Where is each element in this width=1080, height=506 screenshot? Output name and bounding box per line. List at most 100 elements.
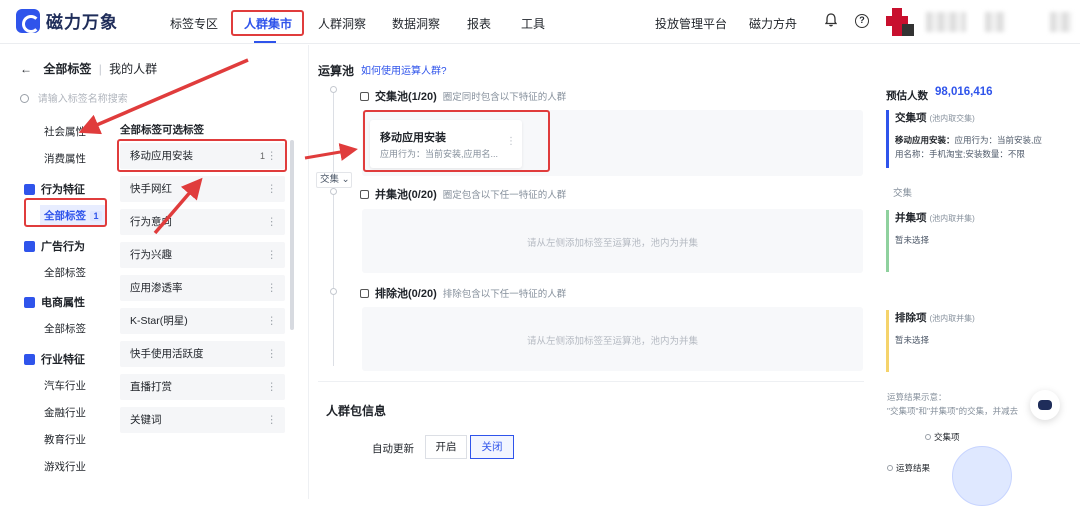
operator-select[interactable]: 交集 ⌄: [316, 172, 352, 188]
tag-search-input[interactable]: 请输入标签名称搜索: [20, 90, 290, 112]
legend-dot: [925, 434, 931, 440]
exclude-summary: 排除项 (池内取并集) 暂未选择: [886, 310, 1080, 372]
breadcrumb: ← 全部标签 | 我的人群: [20, 62, 158, 76]
pool-icon: [360, 91, 369, 101]
auto-update-on[interactable]: 开启: [425, 435, 467, 459]
search-icon: [20, 94, 29, 103]
pool-icon: [360, 189, 369, 199]
sidebar-item-social[interactable]: 社会属性: [44, 124, 86, 139]
all-tags-link[interactable]: 全部标签: [43, 62, 91, 76]
drag-handle-icon[interactable]: ⋮: [267, 374, 278, 400]
username-blurred: [1050, 12, 1072, 32]
sidebar-item-auto[interactable]: 汽车行业: [44, 378, 86, 393]
tag-item[interactable]: 应用渗透率 ⋮: [120, 275, 285, 301]
tag-item[interactable]: 直播打赏 ⋮: [120, 374, 285, 400]
auto-update-off[interactable]: 关闭: [470, 435, 514, 459]
nav-ark[interactable]: 磁力方舟: [749, 15, 797, 32]
package-info-title: 人群包信息: [326, 404, 387, 418]
tag-item[interactable]: 行为意向 ⋮: [120, 209, 285, 235]
tag-item[interactable]: 关键词 ⋮: [120, 407, 285, 433]
category-ad-behavior[interactable]: 广告行为: [24, 238, 85, 254]
exclude-pool[interactable]: 请从左侧添加标签至运算池，池内为并集: [362, 307, 863, 371]
sidebar-item-consumer[interactable]: 消费属性: [44, 151, 86, 166]
calc-help-link[interactable]: 如何使用运算人群?: [361, 62, 447, 77]
drag-handle-icon[interactable]: ⋮: [267, 341, 278, 367]
result-legend-note: 运算结果示意： "交集项"和"并集项"的交集，并减去: [887, 392, 1019, 416]
tag-item[interactable]: K-Star(明星) ⋮: [120, 308, 285, 334]
highlight-box: [117, 139, 287, 172]
divider: [308, 45, 309, 499]
brand-logo[interactable]: 磁力万象: [16, 8, 118, 33]
exclude-pool-header: 排除池(0/20) 排除包含以下任一特征的人群: [360, 285, 566, 301]
divider: [318, 381, 864, 382]
arrow-to-pool: [304, 143, 358, 161]
pool-empty-hint: 请从左侧添加标签至运算池，池内为并集: [526, 238, 698, 249]
pool-empty-hint: 请从左侧添加标签至运算池，池内为并集: [526, 336, 698, 347]
venn-circle: [952, 446, 1012, 506]
username-blurred: [985, 12, 1005, 32]
nav-data-insight[interactable]: 数据洞察: [392, 15, 440, 32]
pool-node: [330, 288, 337, 295]
brand-name: 磁力万象: [46, 13, 118, 32]
my-audience-link[interactable]: 我的人群: [109, 62, 157, 76]
back-arrow-icon[interactable]: ←: [20, 62, 32, 76]
category-industry[interactable]: 行业特征: [24, 351, 85, 367]
drag-handle-icon[interactable]: ⋮: [267, 209, 278, 235]
help-icon[interactable]: ?: [855, 14, 869, 28]
active-tab-indicator: [254, 41, 276, 43]
nav-tools[interactable]: 工具: [521, 15, 545, 32]
available-tags-title: 全部标签可选标签: [120, 124, 204, 136]
ad-icon: [24, 240, 35, 252]
top-nav-bar: 磁力万象 标签专区 人群集市 人群洞察 数据洞察 报表 工具 投放管理平台 磁力…: [0, 0, 1080, 44]
union-pool-header: 并集池(0/20) 圈定包含以下任一特征的人群: [360, 186, 566, 202]
sidebar-item-ad-all[interactable]: 全部标签: [44, 265, 86, 280]
drag-handle-icon[interactable]: ⋮: [267, 407, 278, 433]
pool-connector-line: [333, 86, 334, 366]
highlight-box: [231, 10, 304, 36]
highlight-box: [363, 110, 550, 172]
username-blurred: [926, 12, 966, 32]
pool-node: [330, 188, 337, 195]
logo-icon: [16, 8, 40, 33]
union-pool[interactable]: 请从左侧添加标签至运算池，池内为并集: [362, 209, 863, 273]
cart-icon: [24, 296, 35, 308]
tag-item[interactable]: 行为兴趣 ⋮: [120, 242, 285, 268]
highlight-box: [24, 198, 107, 227]
sidebar-item-gaming[interactable]: 游戏行业: [44, 459, 86, 474]
auto-update-label: 自动更新: [372, 443, 414, 455]
search-placeholder: 请输入标签名称搜索: [37, 94, 128, 105]
sidebar-item-education[interactable]: 教育行业: [44, 432, 86, 447]
estimate-value: 98,016,416: [935, 86, 993, 98]
sidebar-item-finance[interactable]: 金融行业: [44, 405, 86, 420]
tag-list-scrollbar[interactable]: [290, 140, 294, 330]
intersection-summary: 交集项 (池内取交集) 移动应用安装：应用行为：当前安装,应 用名称：手机淘宝;安装…: [886, 110, 1080, 168]
tag-item[interactable]: 快手使用活跃度 ⋮: [120, 341, 285, 367]
operator-label: 交集: [893, 188, 913, 199]
nav-audience-insight[interactable]: 人群洞察: [318, 15, 366, 32]
nav-tag-zone[interactable]: 标签专区: [170, 15, 218, 32]
avatar[interactable]: [886, 8, 914, 36]
bell-icon[interactable]: [825, 13, 837, 27]
nav-reports[interactable]: 报表: [467, 15, 491, 32]
sidebar-item-ecom-all[interactable]: 全部标签: [44, 321, 86, 336]
tag-item[interactable]: 快手网红 ⋮: [120, 176, 285, 202]
venn-label-intersection: 交集项: [934, 432, 960, 442]
drag-handle-icon[interactable]: ⋮: [267, 242, 278, 268]
category-ecommerce[interactable]: 电商属性: [24, 294, 85, 310]
nav-ad-platform[interactable]: 投放管理平台: [655, 15, 727, 32]
drag-handle-icon[interactable]: ⋮: [267, 308, 278, 334]
drag-handle-icon[interactable]: ⋮: [267, 275, 278, 301]
estimate-label: 预估人数: [886, 90, 928, 102]
union-summary: 并集项 (池内取并集) 暂未选择: [886, 210, 1080, 272]
industry-icon: [24, 353, 35, 365]
category-behavior[interactable]: 行为特征: [24, 181, 85, 197]
legend-dot: [887, 465, 893, 471]
intersection-pool-header: 交集池(1/20) 圈定同时包含以下特征的人群: [360, 88, 566, 104]
drag-handle-icon[interactable]: ⋮: [267, 176, 278, 202]
pool-node: [330, 86, 337, 93]
calc-pool-title: 运算池: [318, 64, 355, 78]
behavior-icon: [24, 183, 35, 195]
venn-label-result: 运算结果: [896, 463, 931, 473]
assistant-float-button[interactable]: [1030, 390, 1060, 420]
pool-icon: [360, 288, 369, 298]
